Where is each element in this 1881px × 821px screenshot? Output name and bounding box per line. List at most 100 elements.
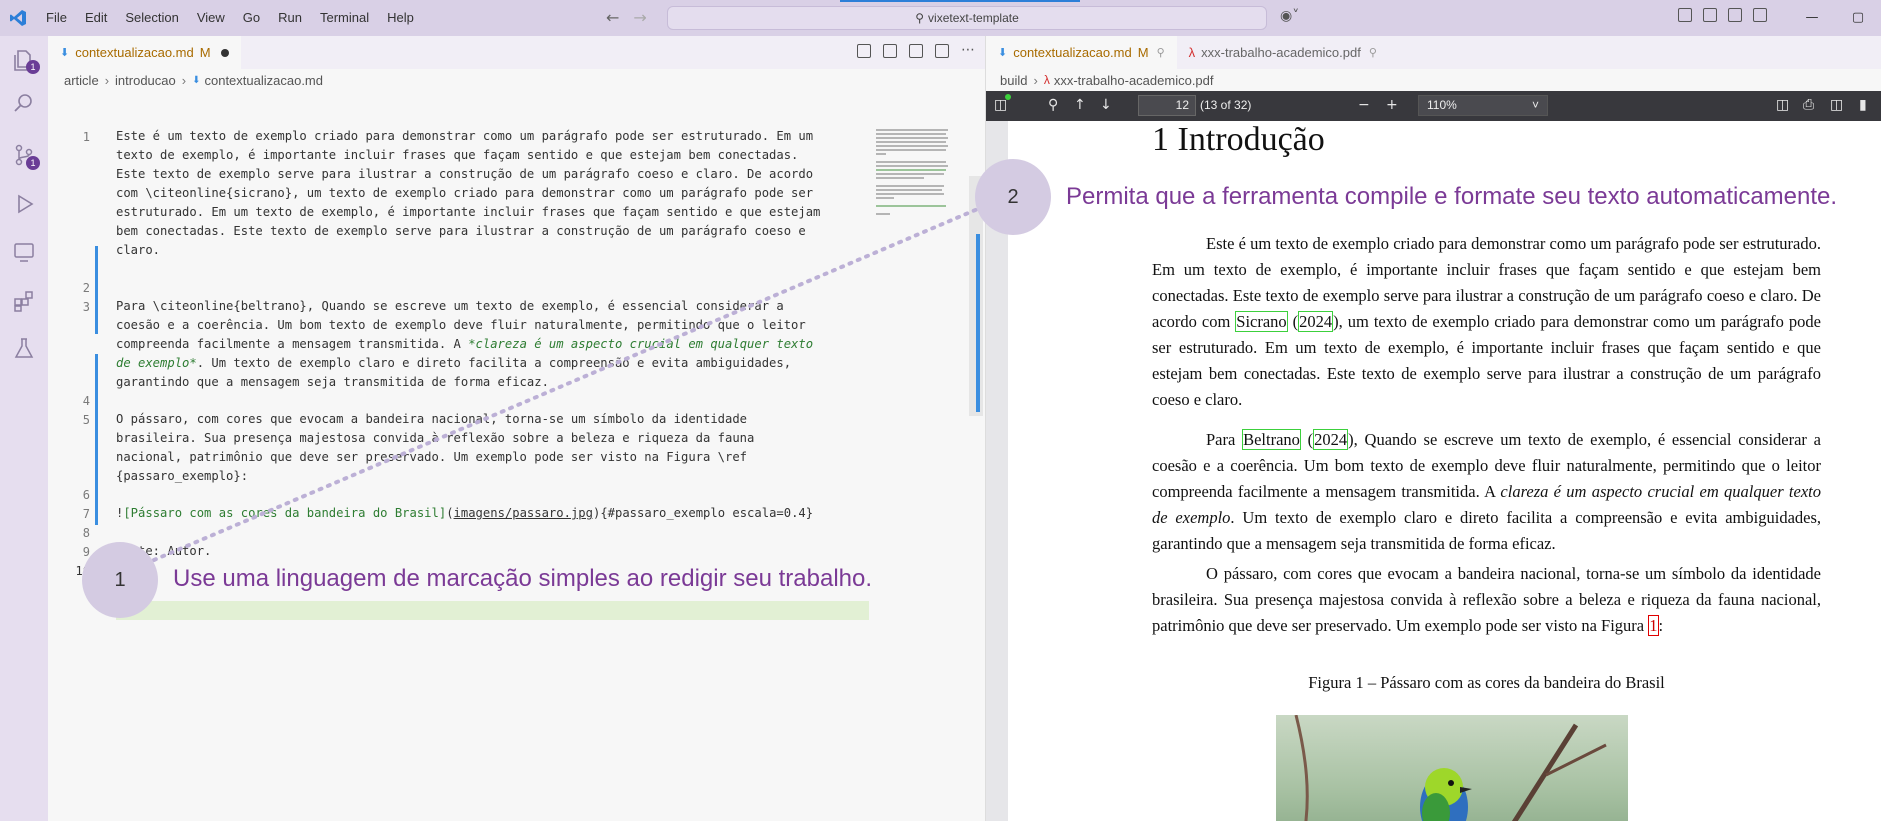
code-editor[interactable]: 1 Este é um texto de exemplo criado para…	[48, 91, 869, 821]
bookmark-icon[interactable]: ▮	[1859, 97, 1867, 113]
remote-explorer-icon[interactable]	[12, 240, 36, 264]
pdf-viewer[interactable]: 1 Introdução Este é um texto de exemplo …	[986, 121, 1881, 821]
pdf-paragraph: Este é um texto de exemplo criado para d…	[1152, 234, 1821, 409]
line-number: 4	[82, 394, 90, 408]
more-actions-icon[interactable]: ⋯	[961, 43, 975, 58]
menu-run[interactable]: Run	[270, 0, 310, 36]
maximize-button[interactable]: ▢	[1835, 0, 1881, 36]
pdf-text: . Um texto de exemplo claro e direto fac…	[1152, 508, 1822, 553]
compile-icon[interactable]	[883, 44, 897, 58]
tab-modified-status: M	[199, 45, 211, 60]
minimap[interactable]	[868, 91, 958, 821]
right-tab-bar: ⬇ contextualizacao.md M ⚲ λ xxx-trabalho…	[986, 36, 1881, 69]
code-text: (	[446, 506, 454, 520]
save-icon[interactable]: ◫	[1830, 97, 1843, 113]
print-icon[interactable]: ⎙	[1803, 97, 1814, 113]
code-line: brasileira. Sua presença majestosa convi…	[116, 431, 755, 445]
pdf-text: :	[1658, 616, 1664, 635]
command-center[interactable]: ⚲ vixetext-template	[667, 6, 1267, 30]
command-center-label: vixetext-template	[928, 11, 1019, 25]
menu-file[interactable]: File	[38, 0, 75, 36]
citation-year-link[interactable]: 2024	[1313, 429, 1349, 450]
forward-arrow-icon[interactable]: →	[633, 8, 646, 27]
source-control-badge: 1	[26, 156, 40, 170]
code-line: de exemplo*. Um texto de exemplo claro e…	[116, 356, 876, 370]
tab-contextualizacao-md[interactable]: ⬇ contextualizacao.md M	[48, 36, 241, 69]
figure-ref-link[interactable]: 1	[1648, 615, 1659, 636]
back-arrow-icon[interactable]: ←	[606, 8, 619, 27]
code-line: Fonte: Autor.	[116, 544, 212, 558]
pdf-file-icon: λ	[1043, 73, 1050, 87]
breadcrumb-introducao[interactable]: introducao	[115, 73, 176, 88]
code-line: bem conectadas. Este texto de exemplo se…	[116, 224, 806, 238]
pin-icon[interactable]: ⚲	[1369, 46, 1377, 59]
code-line: {passaro_exemplo}:	[116, 469, 249, 483]
menu-bar: File Edit Selection View Go Run Terminal…	[38, 0, 422, 36]
toggle-secondary-sidebar-icon[interactable]	[1753, 8, 1767, 22]
toggle-primary-sidebar-icon[interactable]	[1703, 8, 1717, 22]
menu-go[interactable]: Go	[235, 0, 268, 36]
minimize-button[interactable]: —	[1789, 0, 1835, 36]
explorer-badge: 1	[26, 60, 40, 74]
gutter-modified-marker	[95, 246, 98, 334]
tab-pdf[interactable]: λ xxx-trabalho-academico.pdf ⚲	[1177, 36, 1389, 69]
open-file-icon[interactable]: ◫	[1776, 97, 1789, 113]
menu-edit[interactable]: Edit	[77, 0, 115, 36]
breadcrumb-article[interactable]: article	[64, 73, 99, 88]
split-editor-icon[interactable]	[935, 44, 949, 58]
menu-selection[interactable]: Selection	[117, 0, 186, 36]
run-debug-icon[interactable]	[12, 192, 36, 216]
zoom-select[interactable]: 110% ˅	[1418, 95, 1548, 116]
citation-year-link[interactable]: 2024	[1298, 311, 1334, 332]
pdf-toolbar: ◫ ⚲ ↑ ↓ 12 (13 of 32) − + 110% ˅ ◫ ⎙ ◫ ▮	[986, 91, 1881, 121]
previous-page-icon[interactable]: ↑	[1074, 97, 1086, 113]
citation-link[interactable]: Sicrano	[1235, 311, 1288, 332]
unsaved-dot-icon[interactable]	[220, 48, 229, 57]
code-line: coesão e a coerência. Um bom texto de ex…	[116, 318, 806, 332]
citation-link[interactable]: Beltrano	[1242, 429, 1301, 450]
window-controls: — ▢	[1789, 0, 1881, 36]
extensions-icon[interactable]	[12, 289, 36, 313]
markdown-file-icon: ⬇	[192, 74, 201, 86]
pdf-file-icon: λ	[1188, 45, 1196, 60]
open-preview-icon[interactable]	[857, 44, 871, 58]
find-icon[interactable]: ⚲	[1048, 97, 1058, 113]
customize-layout-icon[interactable]	[1678, 8, 1692, 22]
tab-contextualizacao-md-right[interactable]: ⬇ contextualizacao.md M ⚲	[986, 36, 1177, 69]
line-number: 5	[82, 413, 90, 427]
image-alt-text: [Pássaro com as cores da bandeira do Bra…	[123, 506, 447, 520]
app-window: File Edit Selection View Go Run Terminal…	[0, 0, 1881, 821]
activity-bar: 1 1	[0, 36, 48, 821]
next-page-icon[interactable]: ↓	[1100, 97, 1112, 113]
menu-view[interactable]: View	[189, 0, 233, 36]
page-number-input[interactable]: 12	[1138, 95, 1196, 116]
menu-terminal[interactable]: Terminal	[312, 0, 377, 36]
breadcrumb: article › introducao › ⬇ contextualizaca…	[48, 69, 985, 91]
chevron-down-icon: ˅	[1531, 98, 1539, 112]
markdown-file-icon: ⬇	[60, 47, 70, 59]
line-number: 8	[82, 526, 90, 540]
menu-help[interactable]: Help	[379, 0, 422, 36]
testing-flask-icon[interactable]	[12, 336, 36, 360]
code-emphasis: *clareza é um aspecto crucial em qualque…	[468, 337, 814, 351]
pdf-editor-group: ⬇ contextualizacao.md M ⚲ λ xxx-trabalho…	[985, 36, 1881, 821]
line-number: 7	[82, 507, 90, 521]
copilot-icon[interactable]: ◉˅	[1280, 8, 1299, 24]
zoom-in-icon[interactable]: +	[1386, 97, 1398, 113]
open-changes-icon[interactable]	[909, 44, 923, 58]
zoom-out-icon[interactable]: −	[1358, 97, 1370, 113]
pin-icon[interactable]: ⚲	[1157, 46, 1165, 59]
breadcrumb-file[interactable]: contextualizacao.md	[204, 73, 323, 88]
title-bar: File Edit Selection View Go Run Terminal…	[0, 0, 1881, 36]
current-line-highlight	[116, 601, 869, 620]
scrollbar-change-marker	[976, 234, 980, 412]
image-path-link[interactable]: imagens/passaro.jpg	[454, 506, 593, 520]
breadcrumb-build[interactable]: build	[1000, 73, 1027, 88]
bird-photo	[1276, 715, 1628, 821]
title-accent-line	[840, 0, 1080, 2]
toggle-panel-icon[interactable]	[1728, 8, 1742, 22]
breadcrumb-pdf-file[interactable]: xxx-trabalho-academico.pdf	[1054, 73, 1214, 88]
search-icon[interactable]	[12, 91, 36, 115]
pdf-breadcrumb: build › λ xxx-trabalho-academico.pdf	[986, 69, 1881, 91]
code-line: estruturado. Em um texto de exemplo, é i…	[116, 205, 821, 219]
